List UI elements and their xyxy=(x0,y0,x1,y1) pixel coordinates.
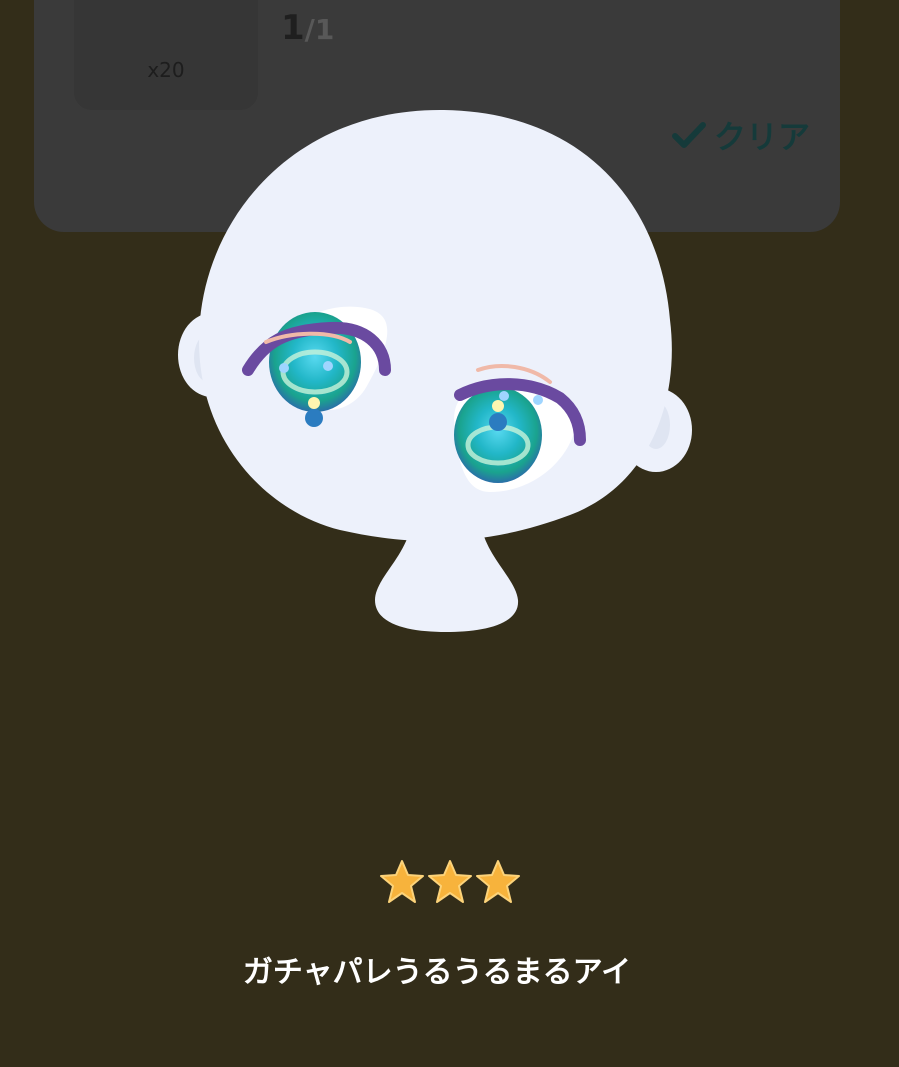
star-icon xyxy=(426,858,474,906)
avatar-preview xyxy=(178,109,692,632)
rarity-stars xyxy=(0,858,899,906)
progress-counter: 1 /1 xyxy=(281,8,334,48)
star-icon xyxy=(474,858,522,906)
clear-label: クリア xyxy=(714,118,811,156)
item-thumbnail xyxy=(74,0,258,110)
avatar-head xyxy=(199,109,672,542)
star-icon xyxy=(378,858,426,906)
progress-current: 1 xyxy=(281,8,305,48)
item-name: ガチャパレうるうるまるアイ xyxy=(242,955,632,990)
avatar-neck xyxy=(375,530,519,632)
thumbnail-count: x20 xyxy=(147,58,185,82)
progress-total: /1 xyxy=(304,13,335,46)
